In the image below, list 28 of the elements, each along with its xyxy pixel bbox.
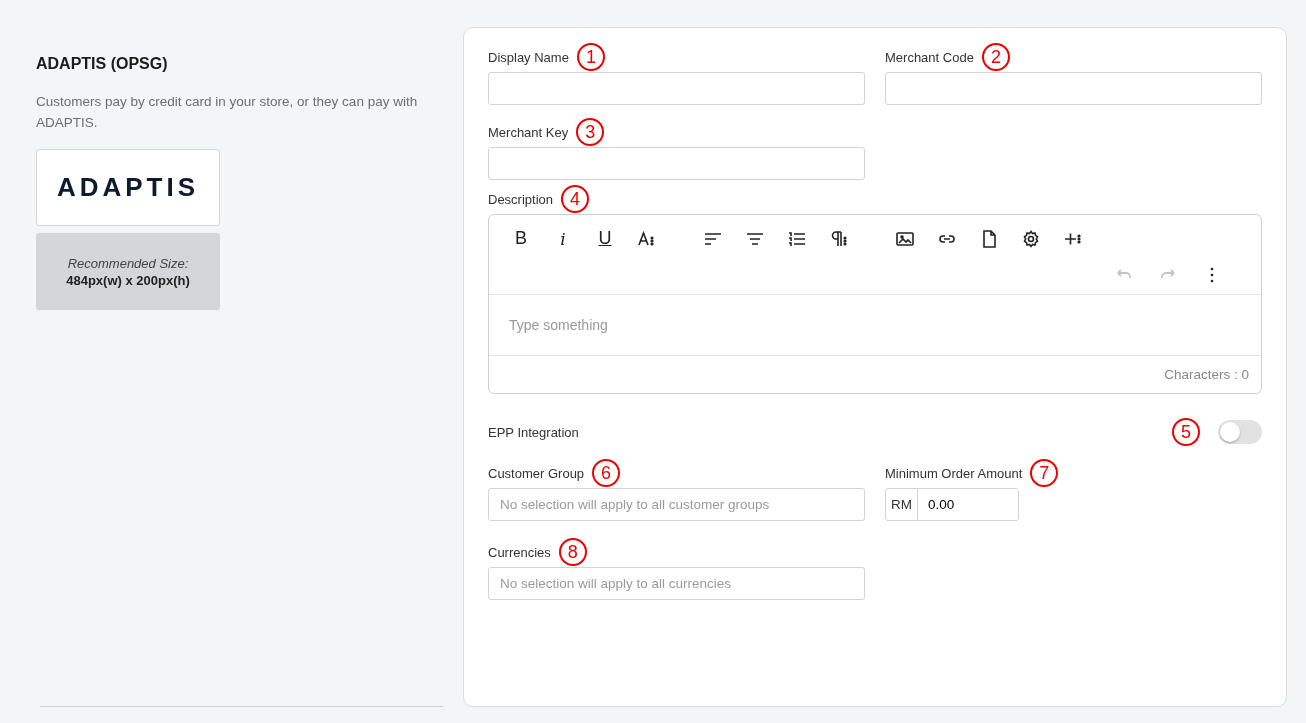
logo-text: ADAPTIS	[56, 172, 200, 203]
text-field[interactable]	[488, 147, 865, 180]
text-field[interactable]	[488, 72, 865, 105]
field-label: Display Name	[488, 49, 569, 65]
callout-number: 7	[1030, 459, 1059, 487]
recommended-size-label: Recommended Size:	[67, 255, 189, 271]
gateway-description: Customers pay by credit card in your store, or they can pay with ADAPTIS.	[36, 93, 419, 132]
text-field[interactable]	[885, 72, 1262, 105]
field-label: Customer Group	[488, 465, 585, 481]
field-label: Merchant Code	[885, 49, 974, 65]
gateway-title: ADAPTIS (OPSG)	[36, 55, 169, 73]
italic-button[interactable]: i	[543, 225, 583, 252]
underline-button[interactable]: U	[585, 225, 625, 252]
minimum-order-field[interactable]: RM 0.00	[885, 488, 1019, 521]
currencies-select[interactable]: No selection will apply to all currencies	[488, 567, 865, 600]
epp-integration-label: EPP Integration	[488, 424, 579, 440]
epp-toggle[interactable]	[1218, 420, 1262, 444]
field-label: Merchant Key	[488, 124, 569, 140]
recommended-size-value: 484px(w) x 200px(h)	[66, 272, 190, 288]
character-counter: Characters : 0	[1164, 367, 1249, 382]
logo-card[interactable]: ADAPTIS	[36, 149, 220, 226]
field-label: Currencies	[488, 544, 551, 560]
callout-number: 5	[1172, 418, 1200, 446]
bold-button[interactable]: B	[501, 225, 541, 252]
callout-number: 4	[561, 185, 590, 213]
field-label: Description	[488, 191, 554, 207]
customer-group-select[interactable]: No selection will apply to all customer groups	[488, 488, 865, 521]
field-label: Minimum Order Amount	[885, 465, 1023, 481]
